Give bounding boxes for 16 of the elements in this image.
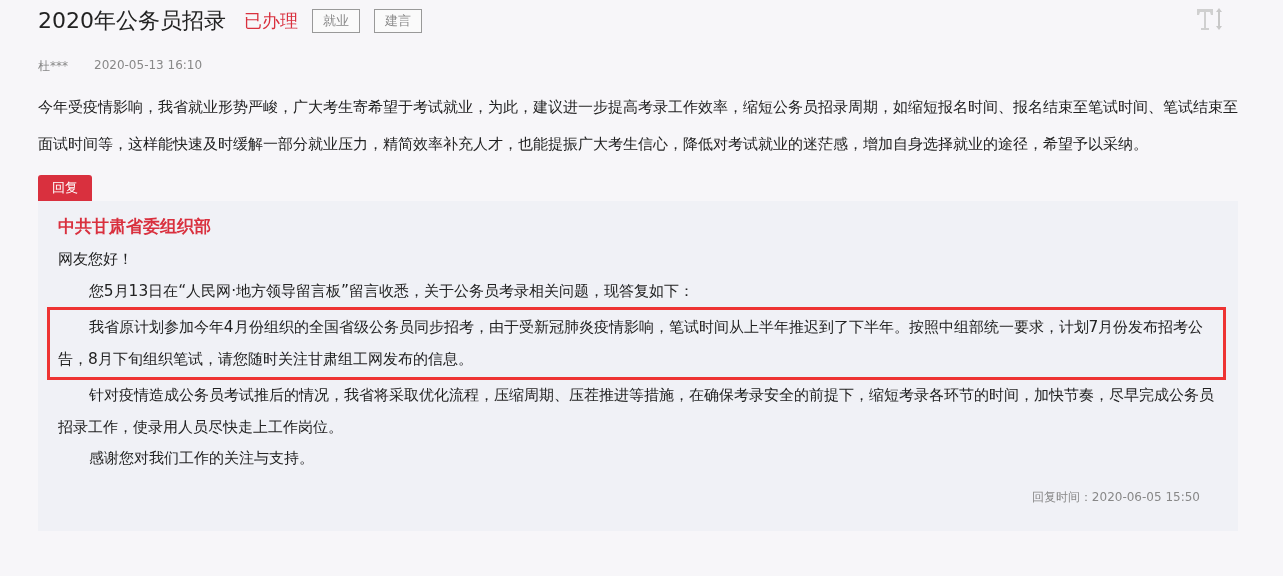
author-name: 杜*** xyxy=(38,58,68,75)
post-date: 2020-05-13 16:10 xyxy=(94,58,203,74)
reply-label: 回复 xyxy=(38,175,92,201)
font-size-icon[interactable] xyxy=(1195,6,1225,32)
message-text: 今年受疫情影响，我省就业形势严峻，广大考生寄希望于考试就业，为此，建议进一步提高考录工作效率，缩短公务员招录周期，如缩短报名时间、报名结束至笔试时间、笔试结束至面试时间等，这样能快速及时缓解一部分就业压力，精简效率补充人才，也能提振广大考生信心，降低对考试就业的迷茫感，增加自身选择就业的途径，希望予以采纳。 xyxy=(38,97,1239,155)
reply-paragraph: 网友您好！ xyxy=(58,249,134,270)
status-label: 已办理 xyxy=(244,9,298,33)
page-title: 2020年公务员招录 xyxy=(38,7,226,35)
highlighted-paragraph: 我省原计划参加今年4月份组织的全国省级公务员同步招考，由于受新冠肺炎疫情影响，笔试时间从上半年推迟到了下半年。按照中组部统一要求，计划7月份发布招考公告，8月下旬组织笔试，请您随时关注甘肃组工网发布的信息。 xyxy=(47,307,1226,380)
reply-paragraph: 针对疫情造成公务员考试推后的情况，我省将采取优化流程，压缩周期、压茬推进等措施，在确保考录安全的前提下，缩短考录各环节的时间，加快节奏，尽早完成公务员招录工作，使录用人员尽快走上工作岗位。 xyxy=(58,385,1215,438)
reply-time: 回复时间：2020-06-05 15:50 xyxy=(1030,488,1201,506)
category-tag[interactable]: 就业 xyxy=(312,9,360,33)
reply-organization: 中共甘肃省委组织部 xyxy=(58,215,212,238)
reply-paragraph: 感谢您对我们工作的关注与支持。 xyxy=(87,448,315,469)
category-tag[interactable]: 建言 xyxy=(374,9,422,33)
reply-paragraph: 您5月13日在“人民网·地方领导留言板”留言收悉，关于公务员考录相关问题，现答复如下： xyxy=(87,280,695,302)
